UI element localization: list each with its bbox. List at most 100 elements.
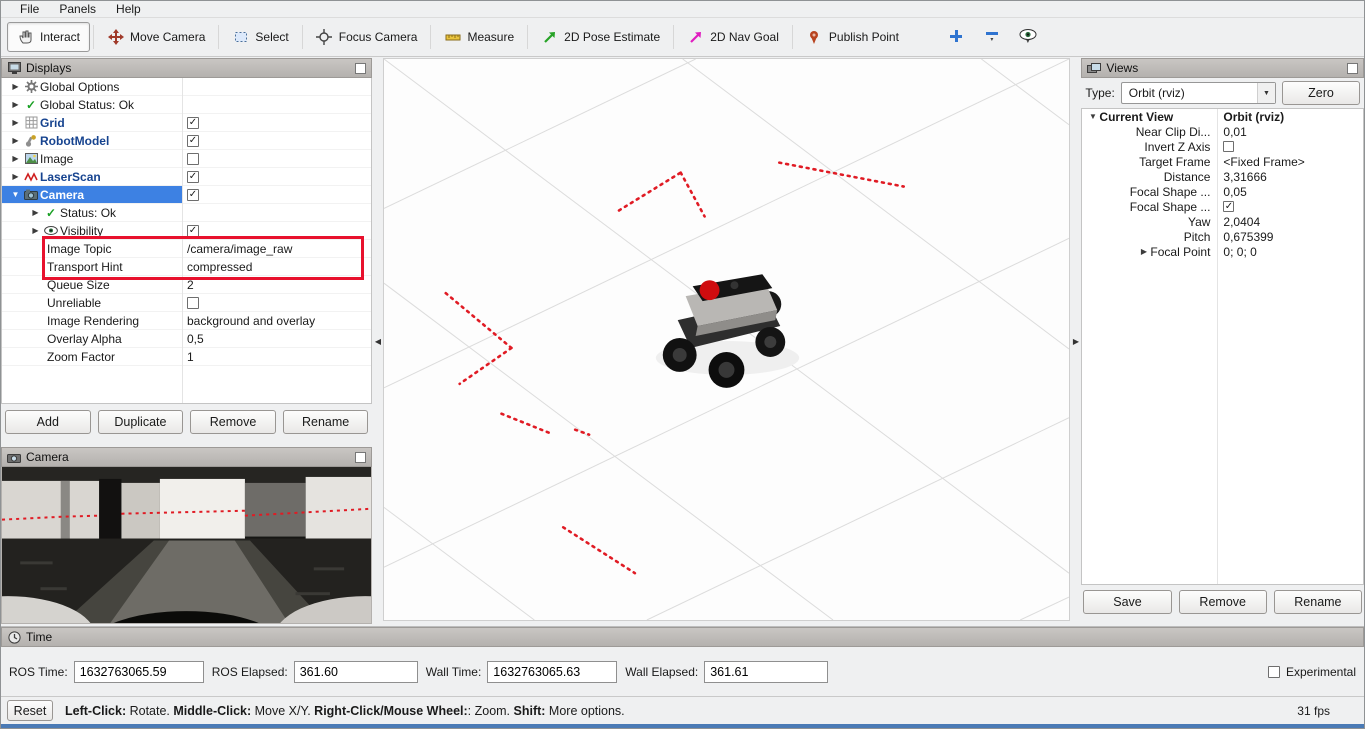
display-row-visibility[interactable]: ▶Visibility bbox=[2, 222, 371, 240]
expander-icon[interactable]: ▶ bbox=[9, 82, 22, 91]
view-row-target-frame[interactable]: Target Frame <Fixed Frame> bbox=[1082, 154, 1363, 169]
display-row-image[interactable]: ▶Image bbox=[2, 150, 371, 168]
row-value[interactable]: 0,05 bbox=[1223, 185, 1246, 199]
tool-select[interactable]: Select bbox=[222, 22, 298, 52]
time-panel-header[interactable]: Time bbox=[1, 627, 1364, 647]
expander-icon[interactable]: ▼ bbox=[9, 190, 22, 199]
expander-icon[interactable]: ▶ bbox=[9, 154, 22, 163]
render-view-3d[interactable] bbox=[383, 58, 1070, 621]
display-row-laserscan[interactable]: ▶LaserScan bbox=[2, 168, 371, 186]
display-row-camera[interactable]: ▼Camera bbox=[2, 186, 371, 204]
view-row-near-clip[interactable]: Near Clip Di... 0,01 bbox=[1082, 124, 1363, 139]
view-row-distance[interactable]: Distance 3,31666 bbox=[1082, 169, 1363, 184]
column-divider[interactable] bbox=[182, 78, 183, 403]
display-row-grid[interactable]: ▶Grid bbox=[2, 114, 371, 132]
panel-corner-button[interactable] bbox=[1347, 63, 1358, 74]
view-row-current-view[interactable]: ▼Current View Orbit (rviz) bbox=[1082, 109, 1363, 124]
ros-time-input[interactable] bbox=[74, 661, 204, 683]
property-value[interactable]: compressed bbox=[187, 260, 252, 274]
row-value[interactable]: 0,01 bbox=[1223, 125, 1246, 139]
property-value[interactable]: background and overlay bbox=[187, 314, 315, 328]
expander-icon[interactable]: ▶ bbox=[29, 226, 42, 235]
image-enabled-checkbox[interactable] bbox=[187, 153, 199, 165]
display-row-camera-status[interactable]: ▶✓Status: Ok bbox=[2, 204, 371, 222]
view-row-yaw[interactable]: Yaw 2,0404 bbox=[1082, 214, 1363, 229]
reset-button[interactable]: Reset bbox=[7, 700, 53, 721]
rename-button[interactable]: Rename bbox=[283, 410, 369, 434]
view-row-focal-shape-fixed[interactable]: Focal Shape ... bbox=[1082, 199, 1363, 214]
expander-icon[interactable]: ▼ bbox=[1086, 112, 1099, 121]
left-splitter[interactable]: ◀ bbox=[372, 57, 383, 626]
wall-time-input[interactable] bbox=[487, 661, 617, 683]
laserscan-enabled-checkbox[interactable] bbox=[187, 171, 199, 183]
property-row-queue-size[interactable]: Queue Size 2 bbox=[2, 276, 371, 294]
duplicate-button[interactable]: Duplicate bbox=[98, 410, 184, 434]
tool-measure[interactable]: Measure bbox=[434, 22, 524, 52]
tool-interact[interactable]: Interact bbox=[7, 22, 90, 52]
property-row-unreliable[interactable]: Unreliable bbox=[2, 294, 371, 312]
ros-elapsed-input[interactable] bbox=[294, 661, 418, 683]
view-row-focal-shape-size[interactable]: Focal Shape ... 0,05 bbox=[1082, 184, 1363, 199]
collapse-right-icon[interactable]: ▶ bbox=[1073, 337, 1079, 346]
camera-feed-image[interactable] bbox=[1, 467, 372, 624]
display-row-global-status[interactable]: ▶✓Global Status: Ok bbox=[2, 96, 371, 114]
row-value[interactable]: 0,675399 bbox=[1223, 230, 1273, 244]
expander-icon[interactable]: ▶ bbox=[9, 136, 22, 145]
expander-icon[interactable]: ▶ bbox=[29, 208, 42, 217]
property-row-zoom-factor[interactable]: Zoom Factor 1 bbox=[2, 348, 371, 366]
property-value[interactable]: /camera/image_raw bbox=[187, 242, 292, 256]
camera-enabled-checkbox[interactable] bbox=[187, 189, 199, 201]
wall-elapsed-input[interactable] bbox=[704, 661, 828, 683]
view-row-pitch[interactable]: Pitch 0,675399 bbox=[1082, 229, 1363, 244]
views-panel-header[interactable]: Views bbox=[1081, 58, 1364, 78]
tool-visibility-button[interactable]: ▾ bbox=[1015, 29, 1041, 45]
remove-button[interactable]: Remove bbox=[1179, 590, 1267, 614]
expander-icon[interactable]: ▶ bbox=[1137, 247, 1150, 256]
rename-button[interactable]: Rename bbox=[1274, 590, 1362, 614]
tool-2d-pose-estimate[interactable]: 2D Pose Estimate bbox=[531, 22, 670, 52]
view-row-invert-z[interactable]: Invert Z Axis bbox=[1082, 139, 1363, 154]
menu-file[interactable]: File bbox=[11, 1, 48, 17]
display-row-global-options[interactable]: ▶Global Options bbox=[2, 78, 371, 96]
property-value[interactable]: 2 bbox=[187, 278, 194, 292]
property-row-transport-hint[interactable]: Transport Hint compressed bbox=[2, 258, 371, 276]
row-value[interactable]: 3,31666 bbox=[1223, 170, 1266, 184]
property-value[interactable]: 1 bbox=[187, 350, 194, 364]
grid-enabled-checkbox[interactable] bbox=[187, 117, 199, 129]
invert-z-checkbox[interactable] bbox=[1223, 141, 1234, 152]
view-row-focal-point[interactable]: ▶Focal Point 0; 0; 0 bbox=[1082, 244, 1363, 259]
add-button[interactable]: Add bbox=[5, 410, 91, 434]
view-type-dropdown[interactable]: Orbit (rviz) ▼ bbox=[1121, 82, 1276, 104]
panel-corner-button[interactable] bbox=[355, 63, 366, 74]
robotmodel-enabled-checkbox[interactable] bbox=[187, 135, 199, 147]
property-row-image-topic[interactable]: Image Topic /camera/image_raw bbox=[2, 240, 371, 258]
tool-move-camera[interactable]: Move Camera bbox=[97, 22, 215, 52]
row-value[interactable]: 2,0404 bbox=[1223, 215, 1260, 229]
collapse-left-icon[interactable]: ◀ bbox=[375, 337, 381, 346]
displays-panel-header[interactable]: Displays bbox=[1, 58, 372, 78]
property-value[interactable]: 0,5 bbox=[187, 332, 204, 346]
tool-2d-nav-goal[interactable]: 2D Nav Goal bbox=[677, 22, 789, 52]
save-button[interactable]: Save bbox=[1083, 590, 1171, 614]
tool-focus-camera[interactable]: Focus Camera bbox=[306, 22, 428, 52]
menu-panels[interactable]: Panels bbox=[50, 1, 105, 17]
remove-tool-button[interactable]: ▾ bbox=[979, 29, 1005, 43]
right-splitter[interactable]: ▶ bbox=[1070, 57, 1081, 626]
visibility-checkbox[interactable] bbox=[187, 225, 199, 237]
expander-icon[interactable]: ▶ bbox=[9, 100, 22, 109]
display-row-robotmodel[interactable]: ▶RobotModel bbox=[2, 132, 371, 150]
row-value[interactable]: 0; 0; 0 bbox=[1223, 245, 1256, 259]
experimental-checkbox[interactable] bbox=[1268, 666, 1280, 678]
column-divider[interactable] bbox=[1217, 109, 1218, 584]
focal-shape-checkbox[interactable] bbox=[1223, 201, 1234, 212]
zero-button[interactable]: Zero bbox=[1282, 81, 1360, 105]
panel-corner-button[interactable] bbox=[355, 452, 366, 463]
row-value[interactable]: <Fixed Frame> bbox=[1223, 155, 1304, 169]
menu-help[interactable]: Help bbox=[107, 1, 150, 17]
property-row-overlay-alpha[interactable]: Overlay Alpha 0,5 bbox=[2, 330, 371, 348]
remove-button[interactable]: Remove bbox=[190, 410, 276, 434]
add-tool-button[interactable] bbox=[943, 29, 969, 43]
expander-icon[interactable]: ▶ bbox=[9, 172, 22, 181]
camera-panel-header[interactable]: Camera bbox=[1, 447, 372, 467]
unreliable-checkbox[interactable] bbox=[187, 297, 199, 309]
